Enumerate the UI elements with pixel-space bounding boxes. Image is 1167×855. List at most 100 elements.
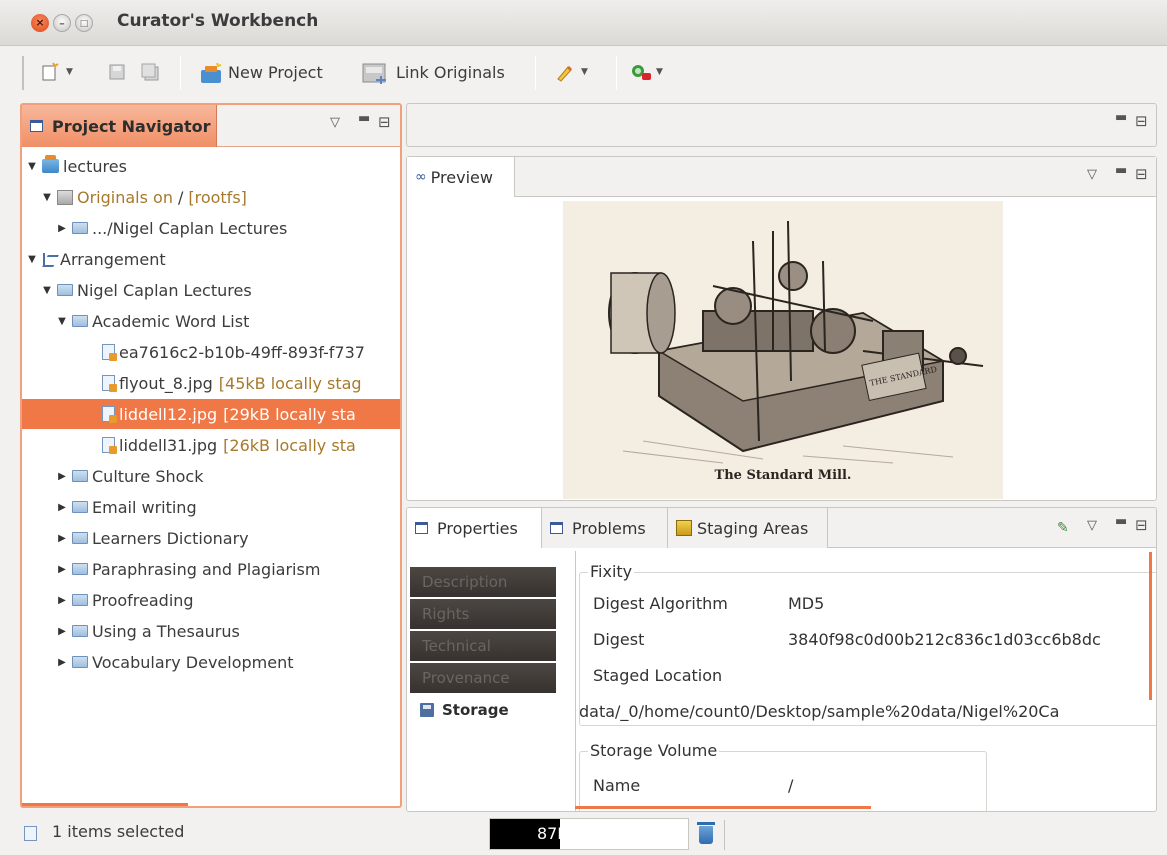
tab-properties[interactable]: Properties	[407, 508, 542, 548]
minimize-icon[interactable]: ▬	[1115, 110, 1127, 125]
maximize-icon[interactable]: ⊟	[1135, 112, 1148, 130]
view-icon	[30, 120, 43, 132]
chevron-down-icon[interactable]: ▼	[66, 67, 73, 77]
side-tab-storage[interactable]: Storage	[410, 695, 556, 725]
tree-item-arrangement[interactable]: ▼ Arrangement	[22, 244, 400, 274]
folder-icon	[72, 563, 88, 575]
minimize-icon[interactable]: ▬	[358, 111, 370, 126]
tree-item-proofreading[interactable]: ▶ Proofreading	[22, 585, 400, 615]
minimize-window-button[interactable]: –	[53, 14, 71, 32]
chevron-down-icon[interactable]: ▼	[656, 67, 663, 77]
folder-icon	[72, 532, 88, 544]
search-run-icon	[630, 62, 651, 82]
project-icon	[42, 155, 59, 173]
tree-item-using-a-thesaurus[interactable]: ▶ Using a Thesaurus	[22, 616, 400, 646]
close-window-button[interactable]: ×	[31, 14, 49, 32]
staged-location-value: data/_0/home/count0/Desktop/sample%20dat…	[579, 702, 1060, 721]
link-originals-button[interactable]: Link Originals	[362, 56, 505, 88]
tree-item-label: Arrangement	[60, 249, 166, 269]
tree-item-file-selected[interactable]: liddell12.jpg [29kB locally sta	[22, 399, 400, 429]
properties-header: Properties Problems Staging Areas ✎ ▽ ▬ …	[407, 508, 1156, 548]
view-icon	[550, 522, 563, 534]
maximize-icon[interactable]: ⊟	[1135, 516, 1148, 534]
properties-panel: Properties Problems Staging Areas ✎ ▽ ▬ …	[406, 507, 1157, 812]
link-originals-label: Link Originals	[396, 62, 505, 82]
tree-item-label: Nigel Caplan Lectures	[77, 280, 252, 300]
tools-dropdown-button[interactable]: ▼	[555, 56, 588, 88]
tab-problems[interactable]: Problems	[542, 508, 668, 548]
heap-status[interactable]: 87M of 246M	[489, 818, 689, 850]
expand-arrow-icon[interactable]: ▶	[56, 471, 68, 482]
tree-item-originals-folder[interactable]: ▶ .../Nigel Caplan Lectures	[22, 213, 400, 243]
tree-item-path: /	[177, 187, 184, 207]
chevron-down-icon[interactable]: ▼	[581, 67, 588, 77]
tab-project-navigator[interactable]: Project Navigator	[22, 105, 217, 147]
maximize-window-button[interactable]: □	[75, 14, 93, 32]
tree-item-culture-shock[interactable]: ▶ Culture Shock	[22, 461, 400, 491]
tree-item-vocabulary-development[interactable]: ▶ Vocabulary Development	[22, 647, 400, 677]
horizontal-scrollbar[interactable]	[575, 806, 871, 809]
expand-arrow-icon[interactable]: ▶	[56, 626, 68, 637]
expand-arrow-icon[interactable]: ▶	[56, 223, 68, 234]
maximize-icon[interactable]: ⊟	[378, 113, 391, 131]
expand-arrow-icon[interactable]: ▼	[26, 254, 38, 265]
side-tab-label: Storage	[442, 701, 509, 719]
expand-arrow-icon[interactable]: ▼	[56, 316, 68, 327]
garbage-collect-icon[interactable]	[697, 822, 715, 844]
expand-arrow-icon[interactable]: ▼	[26, 161, 38, 172]
run-dropdown-button[interactable]: ▼	[630, 56, 663, 88]
new-project-button[interactable]: New Project	[200, 56, 323, 88]
save-button[interactable]	[107, 56, 127, 88]
expand-arrow-icon[interactable]: ▶	[56, 564, 68, 575]
tree-item-lectures[interactable]: ▼ lectures	[22, 151, 400, 181]
storage-name-value: /	[788, 776, 794, 795]
side-tab-technical[interactable]: Technical	[410, 631, 556, 661]
horizontal-scrollbar[interactable]	[22, 803, 188, 806]
expand-arrow-icon[interactable]: ▶	[56, 657, 68, 668]
tree-item-academic-word-list[interactable]: ▼ Academic Word List	[22, 306, 400, 336]
preview-panel: ∞ Preview ▽ ▬ ⊟ THE STANDARD The Standar…	[406, 156, 1157, 501]
digest-label: Digest	[593, 630, 645, 649]
expand-arrow-icon[interactable]: ▶	[56, 502, 68, 513]
folder-icon	[72, 222, 88, 234]
expand-arrow-icon[interactable]: ▼	[41, 192, 53, 203]
digest-algorithm-value: MD5	[788, 594, 825, 613]
tab-preview[interactable]: ∞ Preview	[407, 157, 515, 197]
vertical-scrollbar[interactable]	[1149, 552, 1152, 700]
expand-arrow-icon[interactable]: ▼	[41, 285, 53, 296]
minimize-icon[interactable]: ▬	[1115, 514, 1127, 529]
view-menu-icon[interactable]: ▽	[1087, 518, 1097, 533]
minimize-icon[interactable]: ▬	[1115, 163, 1127, 178]
tree-item-email-writing[interactable]: ▶ Email writing	[22, 492, 400, 522]
view-menu-icon[interactable]: ▽	[330, 115, 340, 130]
tree-item-paraphrasing[interactable]: ▶ Paraphrasing and Plagiarism	[22, 554, 400, 584]
tree-item-file[interactable]: flyout_8.jpg [45kB locally stag	[22, 368, 400, 398]
expand-arrow-icon[interactable]: ▶	[56, 533, 68, 544]
folder-icon	[72, 625, 88, 637]
new-wizard-button[interactable]: ▼	[40, 56, 73, 88]
tree-item-learners-dictionary[interactable]: ▶ Learners Dictionary	[22, 523, 400, 553]
folder-icon	[57, 284, 73, 296]
image-caption: The Standard Mill.	[714, 468, 852, 483]
edit-icon[interactable]: ✎	[1057, 520, 1069, 536]
tab-label: Preview	[430, 167, 493, 187]
tree-item-originals[interactable]: ▼ Originals on / [rootfs]	[22, 182, 400, 212]
tree-item-file[interactable]: ea7616c2-b10b-49ff-893f-f737	[22, 337, 400, 367]
glasses-icon: ∞	[415, 169, 427, 185]
side-tab-provenance[interactable]: Provenance	[410, 663, 556, 693]
tree-item-note: [26kB locally sta	[223, 435, 356, 455]
storage-name-label: Name	[593, 776, 641, 795]
side-tab-rights[interactable]: Rights	[410, 599, 556, 629]
staged-location-label: Staged Location	[593, 666, 723, 685]
tree-item-note: [29kB locally sta	[223, 404, 356, 424]
tree-item-file[interactable]: liddell31.jpg [26kB locally sta	[22, 430, 400, 460]
tree-item-label: Originals on	[77, 187, 173, 207]
folder-icon	[72, 315, 88, 327]
view-menu-icon[interactable]: ▽	[1087, 167, 1097, 182]
maximize-icon[interactable]: ⊟	[1135, 165, 1148, 183]
save-all-button[interactable]	[140, 56, 160, 88]
tab-staging-areas[interactable]: Staging Areas	[668, 508, 828, 548]
expand-arrow-icon[interactable]: ▶	[56, 595, 68, 606]
side-tab-description[interactable]: Description	[410, 567, 556, 597]
tree-item-nigel-caplan-lectures[interactable]: ▼ Nigel Caplan Lectures	[22, 275, 400, 305]
